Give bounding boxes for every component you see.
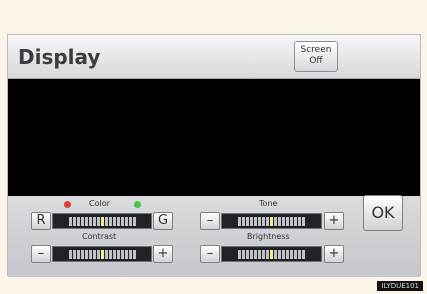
contrast-level-bar[interactable] [52,246,152,262]
screen-off-label-line2: Off [309,56,323,66]
color-level-bar[interactable] [52,213,152,229]
display-preview [8,79,420,196]
header: Display Screen Off [8,35,420,79]
image-code: ILYDUE101 [377,281,423,291]
contrast-label: Contrast [82,232,117,241]
brightness-level-bar[interactable] [221,246,322,262]
display-screen: Display Screen Off Color R G Tone – + Co… [7,34,421,277]
red-dot-icon [64,201,71,208]
controls-panel: Color R G Tone – + Contrast – + Brightne… [8,196,420,277]
page-title: Display [18,45,101,69]
screen-off-button[interactable]: Screen Off [294,41,338,72]
green-dot-icon [134,201,141,208]
tone-level-bar[interactable] [221,213,322,229]
screen-off-label-line1: Screen [300,45,332,55]
brightness-plus-button[interactable]: + [324,245,344,263]
color-r-button[interactable]: R [31,212,51,230]
color-g-button[interactable]: G [153,212,173,230]
brightness-minus-button[interactable]: – [200,245,220,263]
tone-plus-button[interactable]: + [324,212,344,230]
ok-button[interactable]: OK [363,195,403,231]
contrast-plus-button[interactable]: + [153,245,173,263]
brightness-label: Brightness [247,232,290,241]
tone-label: Tone [259,199,278,208]
contrast-minus-button[interactable]: – [31,245,51,263]
tone-minus-button[interactable]: – [200,212,220,230]
color-label: Color [89,199,110,208]
